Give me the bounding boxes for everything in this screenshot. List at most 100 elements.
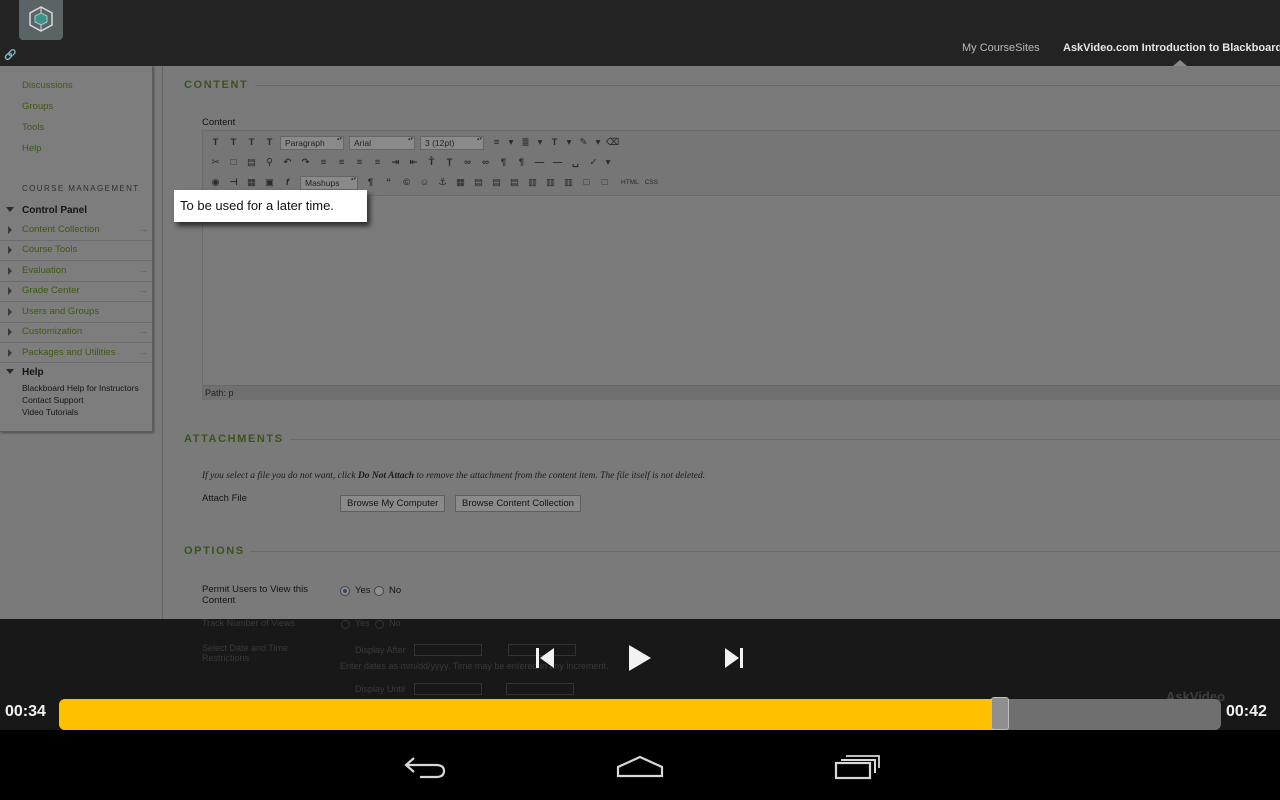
help-section-title[interactable]: Help xyxy=(22,367,44,378)
browse-my-computer-button[interactable]: Browse My Computer xyxy=(340,495,446,512)
mashups-select[interactable]: Mashups xyxy=(300,175,358,190)
cp-item-users-and-groups[interactable]: Users and Groups xyxy=(22,306,99,317)
menu-link-tools[interactable]: Tools xyxy=(22,122,44,133)
text-style-icon[interactable]: T xyxy=(244,137,259,148)
cp-item-packages-and-utilities[interactable]: Packages and Utilities xyxy=(22,347,115,358)
align-right-icon[interactable]: ≡ xyxy=(352,157,367,168)
superscript-icon[interactable]: T̊ xyxy=(424,157,439,168)
control-panel-label[interactable]: Control Panel xyxy=(22,205,87,216)
bullet-list-icon[interactable]: ≡ xyxy=(489,137,504,148)
text-style-icon[interactable]: T xyxy=(262,137,277,148)
copy-icon[interactable]: □ xyxy=(226,157,241,168)
paragraph-rtl-icon[interactable]: ¶ xyxy=(514,157,529,168)
attach-icon[interactable]: ⊣ xyxy=(226,177,241,188)
expand-down-icon[interactable] xyxy=(6,369,14,374)
expand-down-icon[interactable] xyxy=(6,207,14,212)
previous-button[interactable] xyxy=(531,643,559,673)
table-row-icon[interactable]: ▤ xyxy=(507,177,522,188)
cut-icon[interactable]: ✂ xyxy=(208,157,223,168)
html-button[interactable]: HTML xyxy=(621,179,639,186)
next-button[interactable] xyxy=(720,643,748,673)
dropdown-icon[interactable]: ▾ xyxy=(565,137,573,148)
anchor-icon[interactable]: ⚓ xyxy=(435,177,450,188)
table-row-icon[interactable]: ▤ xyxy=(471,177,486,188)
math-formula-icon[interactable]: f xyxy=(280,177,295,188)
spellcheck-icon[interactable]: ✓ xyxy=(586,157,601,168)
nav-my-coursesites[interactable]: My CourseSites xyxy=(962,42,1040,54)
align-left-icon[interactable]: ≡ xyxy=(316,157,331,168)
table-col-icon[interactable]: ▥ xyxy=(543,177,558,188)
pilcrow-icon[interactable]: ¶ xyxy=(363,177,378,188)
browse-content-collection-button[interactable]: Browse Content Collection xyxy=(455,495,581,512)
paragraph-ltr-icon[interactable]: ¶ xyxy=(496,157,511,168)
expand-right-icon[interactable] xyxy=(8,308,12,316)
cp-item-customization[interactable]: Customization xyxy=(22,326,82,337)
seek-thumb[interactable] xyxy=(991,697,1010,730)
help-link-contact-support[interactable]: Contact Support xyxy=(22,395,83,405)
dropdown-icon[interactable]: ▾ xyxy=(536,137,544,148)
unlink-icon[interactable]: ∞ xyxy=(478,157,493,168)
copyright-icon[interactable]: © xyxy=(399,177,414,188)
expand-right-icon[interactable] xyxy=(8,246,12,254)
table-row-icon[interactable]: ▤ xyxy=(489,177,504,188)
recent-apps-button[interactable] xyxy=(827,752,887,782)
expand-right-icon[interactable] xyxy=(8,226,12,234)
dropdown-icon[interactable]: ▾ xyxy=(604,157,612,168)
horizontal-rule-icon[interactable]: — xyxy=(532,157,547,168)
coursesites-logo[interactable] xyxy=(19,0,63,40)
table-cell-icon[interactable]: □ xyxy=(579,177,594,188)
table-col-icon[interactable]: ▥ xyxy=(561,177,576,188)
text-style-icon[interactable]: T xyxy=(226,137,241,148)
paste-icon[interactable]: ▤ xyxy=(244,157,259,168)
table-cell-icon[interactable]: □ xyxy=(597,177,612,188)
menu-link-discussions[interactable]: Discussions xyxy=(22,80,73,91)
expand-right-icon[interactable] xyxy=(8,328,12,336)
css-button[interactable]: CSS xyxy=(645,179,658,186)
menu-link-groups[interactable]: Groups xyxy=(22,101,53,112)
nav-current-course[interactable]: AskVideo.com Introduction to Blackboard xyxy=(1063,42,1280,54)
play-button[interactable] xyxy=(625,643,653,673)
highlight-icon[interactable]: ✎ xyxy=(576,137,591,148)
table-col-icon[interactable]: ▥ xyxy=(525,177,540,188)
expand-right-icon[interactable] xyxy=(8,267,12,275)
editor-text-area[interactable] xyxy=(203,195,1280,385)
home-button[interactable] xyxy=(610,752,670,782)
help-link-video-tutorials[interactable]: Video Tutorials xyxy=(22,407,78,417)
indent-icon[interactable]: ⇥ xyxy=(388,157,403,168)
align-center-icon[interactable]: ≡ xyxy=(334,157,349,168)
permit-yes-radio[interactable] xyxy=(340,586,350,596)
cp-item-course-tools[interactable]: Course Tools xyxy=(22,244,77,255)
subscript-icon[interactable]: Ṭ xyxy=(442,157,457,168)
eraser-icon[interactable]: ⌫ xyxy=(605,137,620,148)
blockquote-icon[interactable]: “ xyxy=(381,177,396,188)
dropdown-icon[interactable]: ▾ xyxy=(507,137,515,148)
redo-icon[interactable]: ↷ xyxy=(298,157,313,168)
media-icon[interactable]: ▣ xyxy=(262,177,277,188)
text-style-icon[interactable]: T xyxy=(208,137,223,148)
emoticon-icon[interactable]: ☺ xyxy=(417,177,432,188)
help-link-blackboard-help[interactable]: Blackboard Help for Instructors xyxy=(22,383,139,393)
record-icon[interactable]: ◉ xyxy=(208,177,223,188)
seek-bar[interactable] xyxy=(59,699,1221,730)
back-button[interactable] xyxy=(394,752,454,782)
dropdown-icon[interactable]: ▾ xyxy=(594,137,602,148)
find-icon[interactable]: ⚲ xyxy=(262,157,277,168)
numbered-list-icon[interactable]: ≣ xyxy=(518,137,533,148)
menu-link-help[interactable]: Help xyxy=(22,143,42,154)
justify-icon[interactable]: ≡ xyxy=(370,157,385,168)
link-icon[interactable]: ∞ xyxy=(460,157,475,168)
cp-item-grade-center[interactable]: Grade Center xyxy=(22,285,80,296)
permit-no-radio[interactable] xyxy=(374,586,384,596)
text-color-icon[interactable]: T xyxy=(547,137,562,148)
line-icon[interactable]: — xyxy=(550,157,565,168)
font-family-select[interactable]: Arial xyxy=(349,135,415,150)
expand-right-icon[interactable] xyxy=(8,287,12,295)
font-size-select[interactable]: 3 (12pt) xyxy=(420,135,484,150)
outdent-icon[interactable]: ⇤ xyxy=(406,157,421,168)
table-icon[interactable]: ▦ xyxy=(453,177,468,188)
format-select[interactable]: Paragraph xyxy=(280,135,344,150)
image-icon[interactable]: ▦ xyxy=(244,177,259,188)
cp-item-evaluation[interactable]: Evaluation xyxy=(22,265,66,276)
nonbreaking-space-icon[interactable]: ␣ xyxy=(568,157,583,168)
link-icon[interactable]: 🔗 xyxy=(4,50,16,61)
